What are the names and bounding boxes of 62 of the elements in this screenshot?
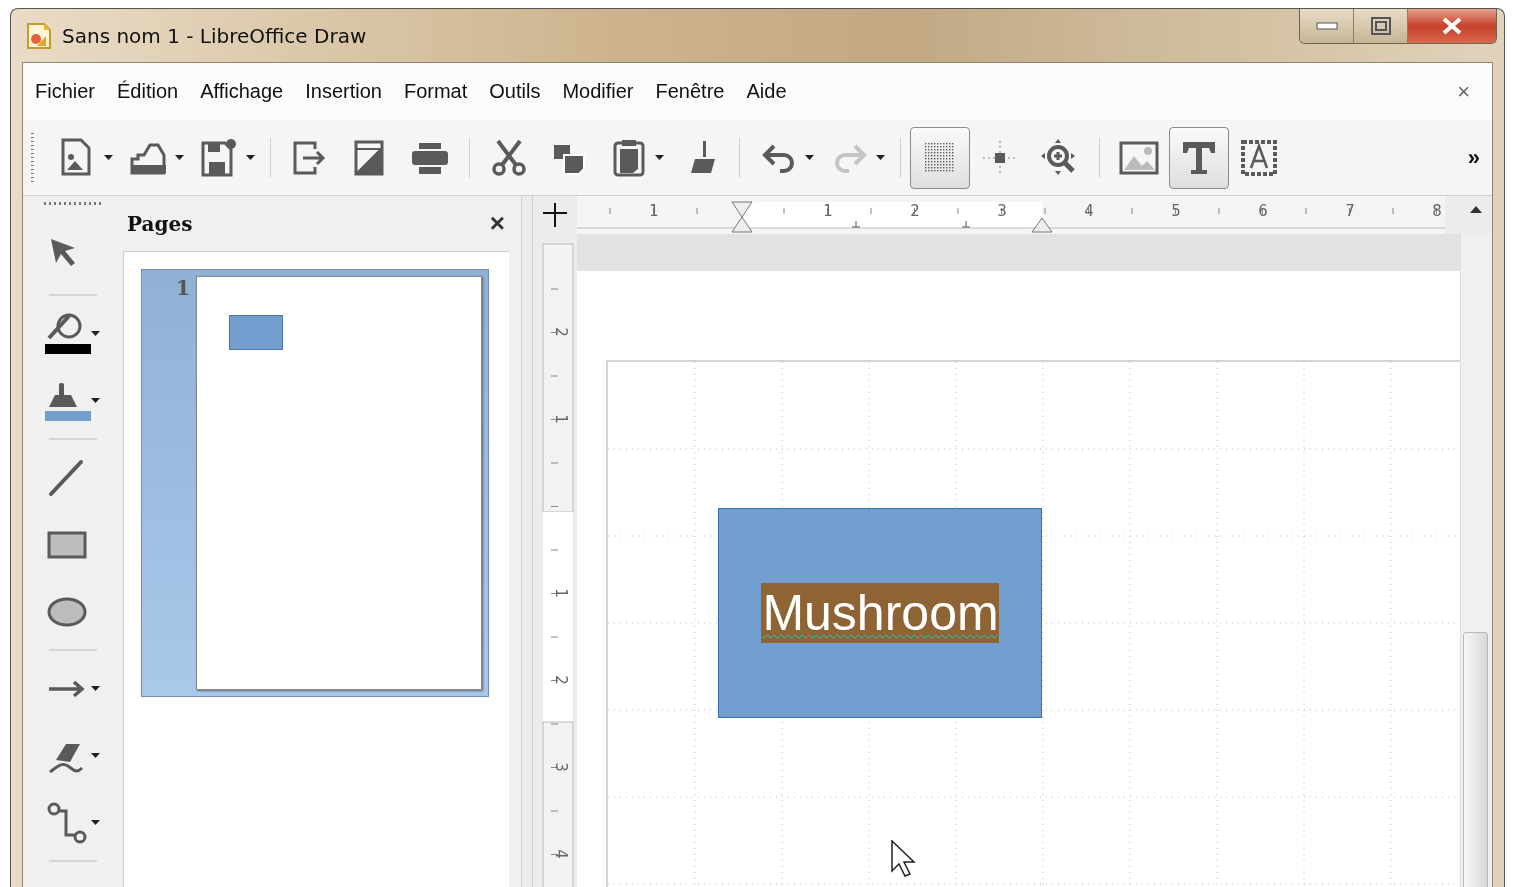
ruler-number: 6	[1258, 202, 1268, 220]
menu-item[interactable]: Modifier	[562, 80, 634, 103]
menu-item[interactable]: Format	[403, 80, 468, 103]
page-number: 1	[175, 276, 191, 302]
ruler-number: 2	[552, 675, 570, 685]
ruler-number: 7	[1345, 202, 1355, 220]
dropdown-arrow-icon[interactable]	[104, 155, 113, 160]
indent-marker[interactable]	[731, 201, 753, 233]
close-document-button[interactable]: ×	[1451, 77, 1476, 106]
close-icon	[1441, 17, 1463, 35]
dropdown-arrow-icon[interactable]	[805, 155, 814, 160]
text-button[interactable]	[1169, 126, 1229, 189]
ruler-number: 1	[823, 202, 833, 220]
dropdown-arrow-icon[interactable]	[90, 820, 100, 825]
horizontal-ruler[interactable]: 1 1 2 3 4 5 6 7 8	[577, 196, 1445, 234]
ruler-origin-icon[interactable]	[543, 203, 567, 227]
tab-stop-icon[interactable]	[851, 220, 861, 228]
ruler-number: 2	[552, 327, 570, 337]
window-title: Sans nom 1 - LibreOffice Draw	[62, 23, 367, 48]
panel-title: Pages	[127, 211, 193, 236]
minimize-button[interactable]	[1300, 9, 1354, 43]
ruler-number: 2	[910, 202, 920, 220]
ruler-number: 3	[552, 762, 570, 772]
dropdown-arrow-icon[interactable]	[246, 155, 255, 160]
dropdown-arrow-icon[interactable]	[90, 331, 100, 336]
ruler-number: 8	[1432, 202, 1442, 220]
menu-item[interactable]: Affichage	[200, 80, 284, 103]
app-icon	[26, 21, 52, 50]
grid-button[interactable]	[910, 126, 970, 189]
menu-item[interactable]: Outils	[489, 80, 541, 103]
maximize-button[interactable]	[1354, 9, 1408, 43]
dropdown-arrow-icon[interactable]	[90, 398, 100, 403]
ruler-number: 1	[552, 588, 570, 598]
menu-item[interactable]: Insertion	[305, 80, 382, 103]
ruler-number: 5	[1171, 202, 1181, 220]
toolbar-overflow-button[interactable]: »	[1461, 143, 1486, 172]
menu-item[interactable]: Fenêtre	[655, 80, 725, 103]
dropdown-arrow-icon[interactable]	[655, 155, 664, 160]
shape-preview	[229, 315, 283, 350]
ruler-number: 3	[997, 202, 1007, 220]
ruler-number: 1	[649, 202, 659, 220]
ruler-number: 1	[552, 414, 570, 424]
ruler-number: 4	[1084, 202, 1094, 220]
minimize-icon	[1315, 22, 1338, 30]
menu-item[interactable]: Édition	[117, 80, 179, 103]
line-color-icon	[42, 311, 93, 356]
mouse-pointer-icon	[891, 840, 917, 878]
shape-text[interactable]: Mushroom	[761, 583, 999, 643]
panel-close-button[interactable]: ×	[483, 207, 511, 240]
dropdown-arrow-icon[interactable]	[90, 686, 100, 691]
ruler-number: 4	[552, 849, 570, 859]
menu-item[interactable]: Aide	[746, 80, 787, 103]
maximize-icon	[1370, 17, 1391, 35]
dropdown-arrow-icon[interactable]	[90, 753, 100, 758]
rectangle-shape[interactable]: Mushroom	[718, 508, 1042, 718]
menu-item[interactable]: Fichier	[35, 80, 95, 103]
vertical-ruler[interactable]: 2 1 1 2 3 4	[533, 234, 577, 887]
scroll-up-icon[interactable]	[1470, 206, 1482, 213]
close-button[interactable]	[1408, 9, 1496, 43]
tab-stop-icon[interactable]	[961, 220, 971, 228]
vertical-scrollbar[interactable]	[1460, 234, 1492, 887]
dropdown-arrow-icon[interactable]	[175, 155, 184, 160]
